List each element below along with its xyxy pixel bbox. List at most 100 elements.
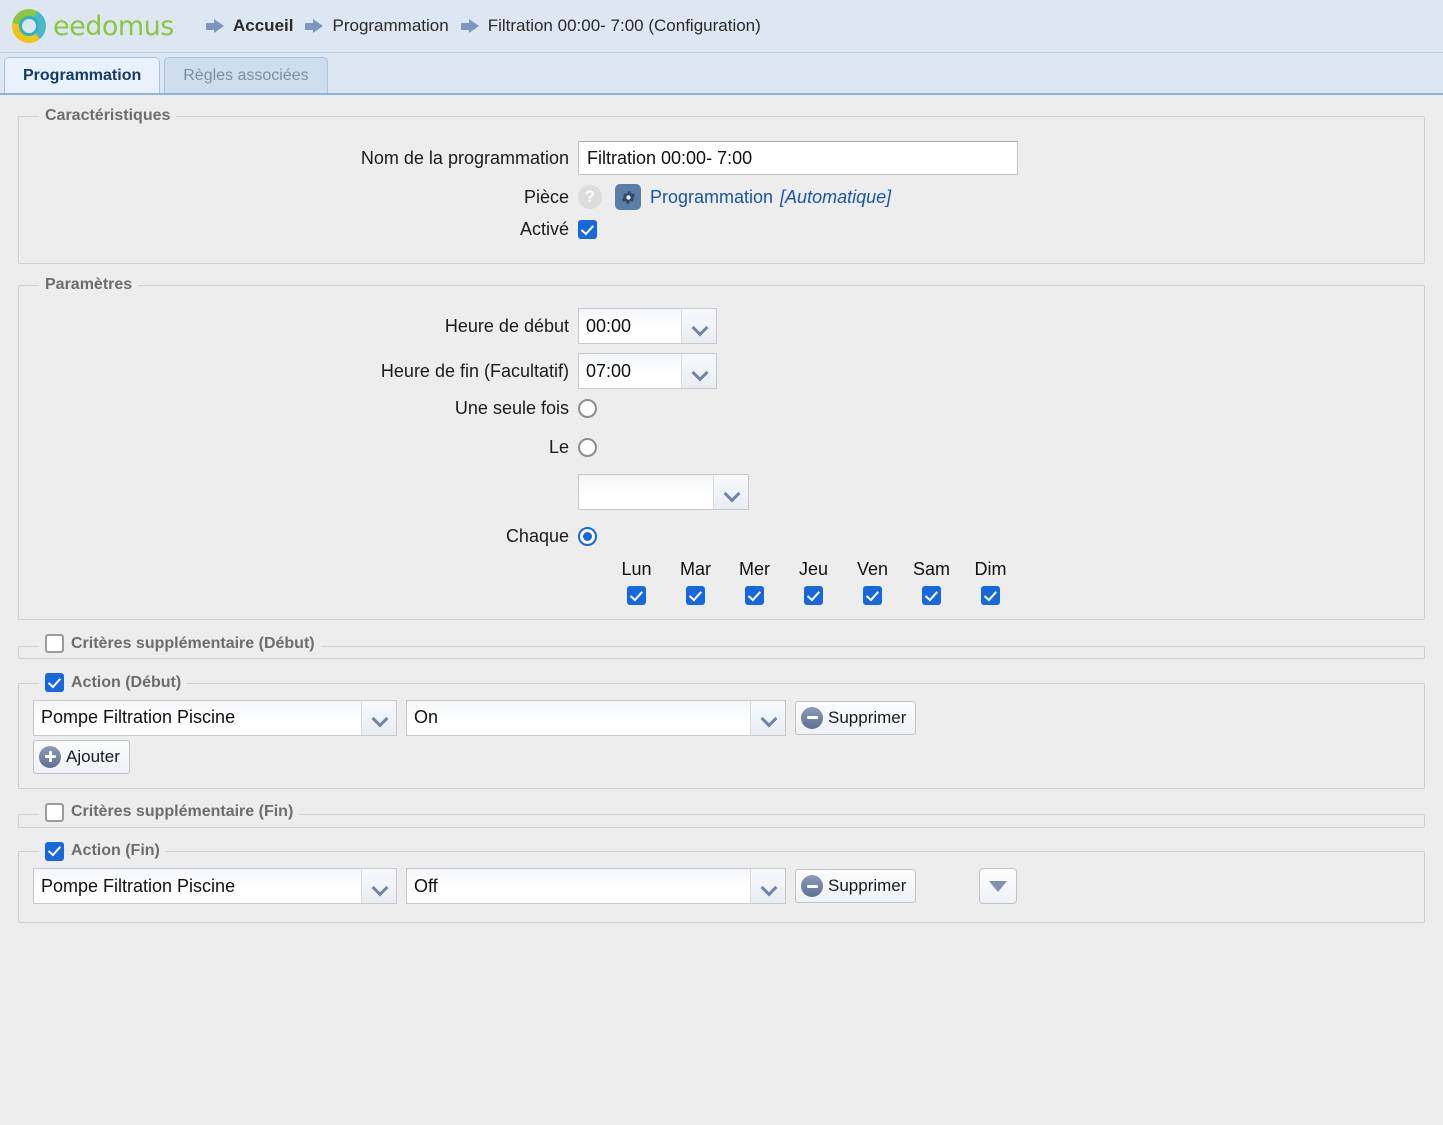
section-action-fin: Action (Fin) Pompe Filtration Piscine Of… (18, 841, 1425, 923)
action-fin-value-select[interactable]: Off (406, 868, 786, 904)
row-active: Activé (33, 219, 1410, 240)
action-fin-device-value: Pompe Filtration Piscine (34, 869, 361, 903)
day-checkbox-mar[interactable] (686, 586, 705, 605)
day-lun: Lun (607, 559, 666, 605)
day-sam: Sam (902, 559, 961, 605)
criteres-fin-checkbox[interactable] (45, 802, 64, 822)
day-checkbox-sam[interactable] (922, 586, 941, 605)
heure-debut-select[interactable]: 00:00 (578, 308, 717, 344)
app-header: eedomus Accueil Programmation Filtration… (0, 0, 1443, 53)
piece-label: Pièce (523, 186, 569, 207)
section-parametres: Paramètres Heure de début 00:00 Heure de… (18, 276, 1425, 620)
row-une-seule-fois: Une seule fois (33, 398, 1410, 419)
action-debut-ajouter-wrap: Ajouter (33, 739, 1410, 774)
row-le-select (33, 474, 1410, 510)
heure-debut-label: Heure de début (444, 315, 569, 336)
section-parametres-legend: Paramètres (45, 276, 133, 293)
day-label: Jeu (798, 559, 829, 579)
help-icon[interactable]: ? (578, 185, 602, 209)
chaque-label: Chaque (505, 526, 569, 546)
day-checkbox-lun[interactable] (627, 586, 646, 605)
chevron-down-icon (750, 869, 785, 903)
section-caracteristiques-legend: Caractéristiques (45, 107, 171, 124)
chevron-down-icon (681, 309, 716, 343)
heure-fin-value: 07:00 (579, 354, 681, 388)
plus-circle-icon (39, 745, 61, 768)
action-debut-value: On (407, 700, 750, 735)
active-checkbox[interactable] (578, 220, 597, 239)
supprimer-label: Supprimer (828, 707, 907, 727)
breadcrumb-item-current-page: Filtration 00:00- 7:00 (Configuration) (487, 16, 761, 35)
logo[interactable]: eedomus (0, 9, 178, 43)
day-checkbox-ven[interactable] (863, 586, 882, 605)
action-debut-device-value: Pompe Filtration Piscine (34, 700, 361, 735)
breadcrumb-item-accueil[interactable]: Accueil (233, 16, 293, 36)
le-radio[interactable] (578, 438, 597, 457)
day-label: Mar (680, 559, 711, 579)
day-label: Sam (912, 559, 950, 579)
heure-fin-label: Heure de fin (Facultatif) (380, 360, 569, 381)
le-date-select[interactable] (578, 474, 749, 510)
active-label: Activé (519, 219, 569, 239)
breadcrumb-item-programmation[interactable]: Programmation (332, 16, 448, 36)
day-label: Ven (856, 559, 889, 579)
section-criteres-fin-legend: Critères supplémentaire (Fin) (39, 802, 299, 827)
row-heure-debut: Heure de début 00:00 (33, 308, 1410, 344)
row-le: Le (33, 437, 1410, 458)
ajouter-label: Ajouter (66, 746, 120, 766)
action-debut-checkbox[interactable] (45, 673, 64, 692)
action-debut-supprimer-button[interactable]: Supprimer (795, 700, 917, 735)
criteres-debut-checkbox[interactable] (45, 634, 64, 653)
le-date-value (579, 475, 713, 509)
action-fin-checkbox[interactable] (45, 841, 64, 861)
action-debut-value-select[interactable]: On (406, 699, 786, 736)
page-content: Caractéristiques Nom de la programmation… (0, 107, 1443, 923)
section-criteres-fin: Critères supplémentaire (Fin) (18, 802, 1425, 828)
action-fin-supprimer-button[interactable]: Supprimer (795, 869, 917, 903)
action-debut-device-select[interactable]: Pompe Filtration Piscine (33, 699, 397, 736)
action-fin-device-select[interactable]: Pompe Filtration Piscine (33, 868, 397, 904)
days-of-week-group: Lun Mar Mer Jeu Ven Sam Dim (607, 559, 1410, 605)
minus-circle-icon (801, 875, 823, 897)
heure-debut-value: 00:00 (579, 309, 681, 343)
criteres-debut-label: Critères supplémentaire (Début) (71, 634, 315, 652)
piece-auto-label: [Automatique] (780, 186, 892, 207)
arrow-right-icon (460, 19, 481, 33)
action-fin-label: Action (Fin) (71, 842, 160, 859)
day-checkbox-jeu[interactable] (804, 586, 823, 605)
chaque-radio[interactable] (578, 527, 597, 546)
action-debut-label: Action (Début) (71, 673, 182, 691)
section-caracteristiques: Caractéristiques Nom de la programmation… (18, 107, 1425, 264)
day-dim: Dim (961, 559, 1020, 605)
action-fin-row: Pompe Filtration Piscine Off Supprimer (33, 868, 1410, 904)
action-fin-more-button[interactable] (979, 868, 1018, 904)
day-checkbox-dim[interactable] (981, 586, 1000, 605)
action-debut-row: Pompe Filtration Piscine On Supprimer (33, 699, 1410, 736)
tab-programmation[interactable]: Programmation (4, 57, 161, 93)
breadcrumb: Accueil Programmation Filtration 00:00- … (206, 16, 773, 36)
tab-bar: Programmation Règles associées (0, 53, 1443, 95)
section-action-fin-legend: Action (Fin) (39, 841, 166, 863)
nom-programmation-label: Nom de la programmation (360, 147, 569, 168)
nom-programmation-input[interactable] (578, 141, 1018, 175)
day-checkbox-mer[interactable] (745, 586, 764, 605)
day-mar: Mar (666, 559, 725, 605)
section-criteres-debut: Critères supplémentaire (Début) (18, 634, 1425, 659)
gear-icon[interactable] (615, 184, 641, 210)
tab-regles-associees[interactable]: Règles associées (164, 57, 328, 93)
le-label: Le (548, 437, 569, 457)
une-seule-fois-label: Une seule fois (454, 398, 569, 418)
day-ven: Ven (843, 559, 902, 605)
day-mer: Mer (725, 559, 784, 605)
heure-fin-select[interactable]: 07:00 (578, 353, 717, 389)
day-label: Lun (621, 559, 652, 579)
piece-link[interactable]: Programmation (650, 187, 773, 208)
triangle-down-icon (989, 880, 1008, 892)
action-fin-value: Off (407, 869, 750, 903)
une-seule-fois-radio[interactable] (578, 399, 597, 418)
arrow-right-icon (206, 19, 226, 33)
row-nom-programmation: Nom de la programmation (33, 141, 1410, 175)
arrow-right-icon (305, 19, 325, 33)
action-debut-ajouter-button[interactable]: Ajouter (33, 739, 130, 774)
minus-circle-icon (801, 706, 823, 729)
